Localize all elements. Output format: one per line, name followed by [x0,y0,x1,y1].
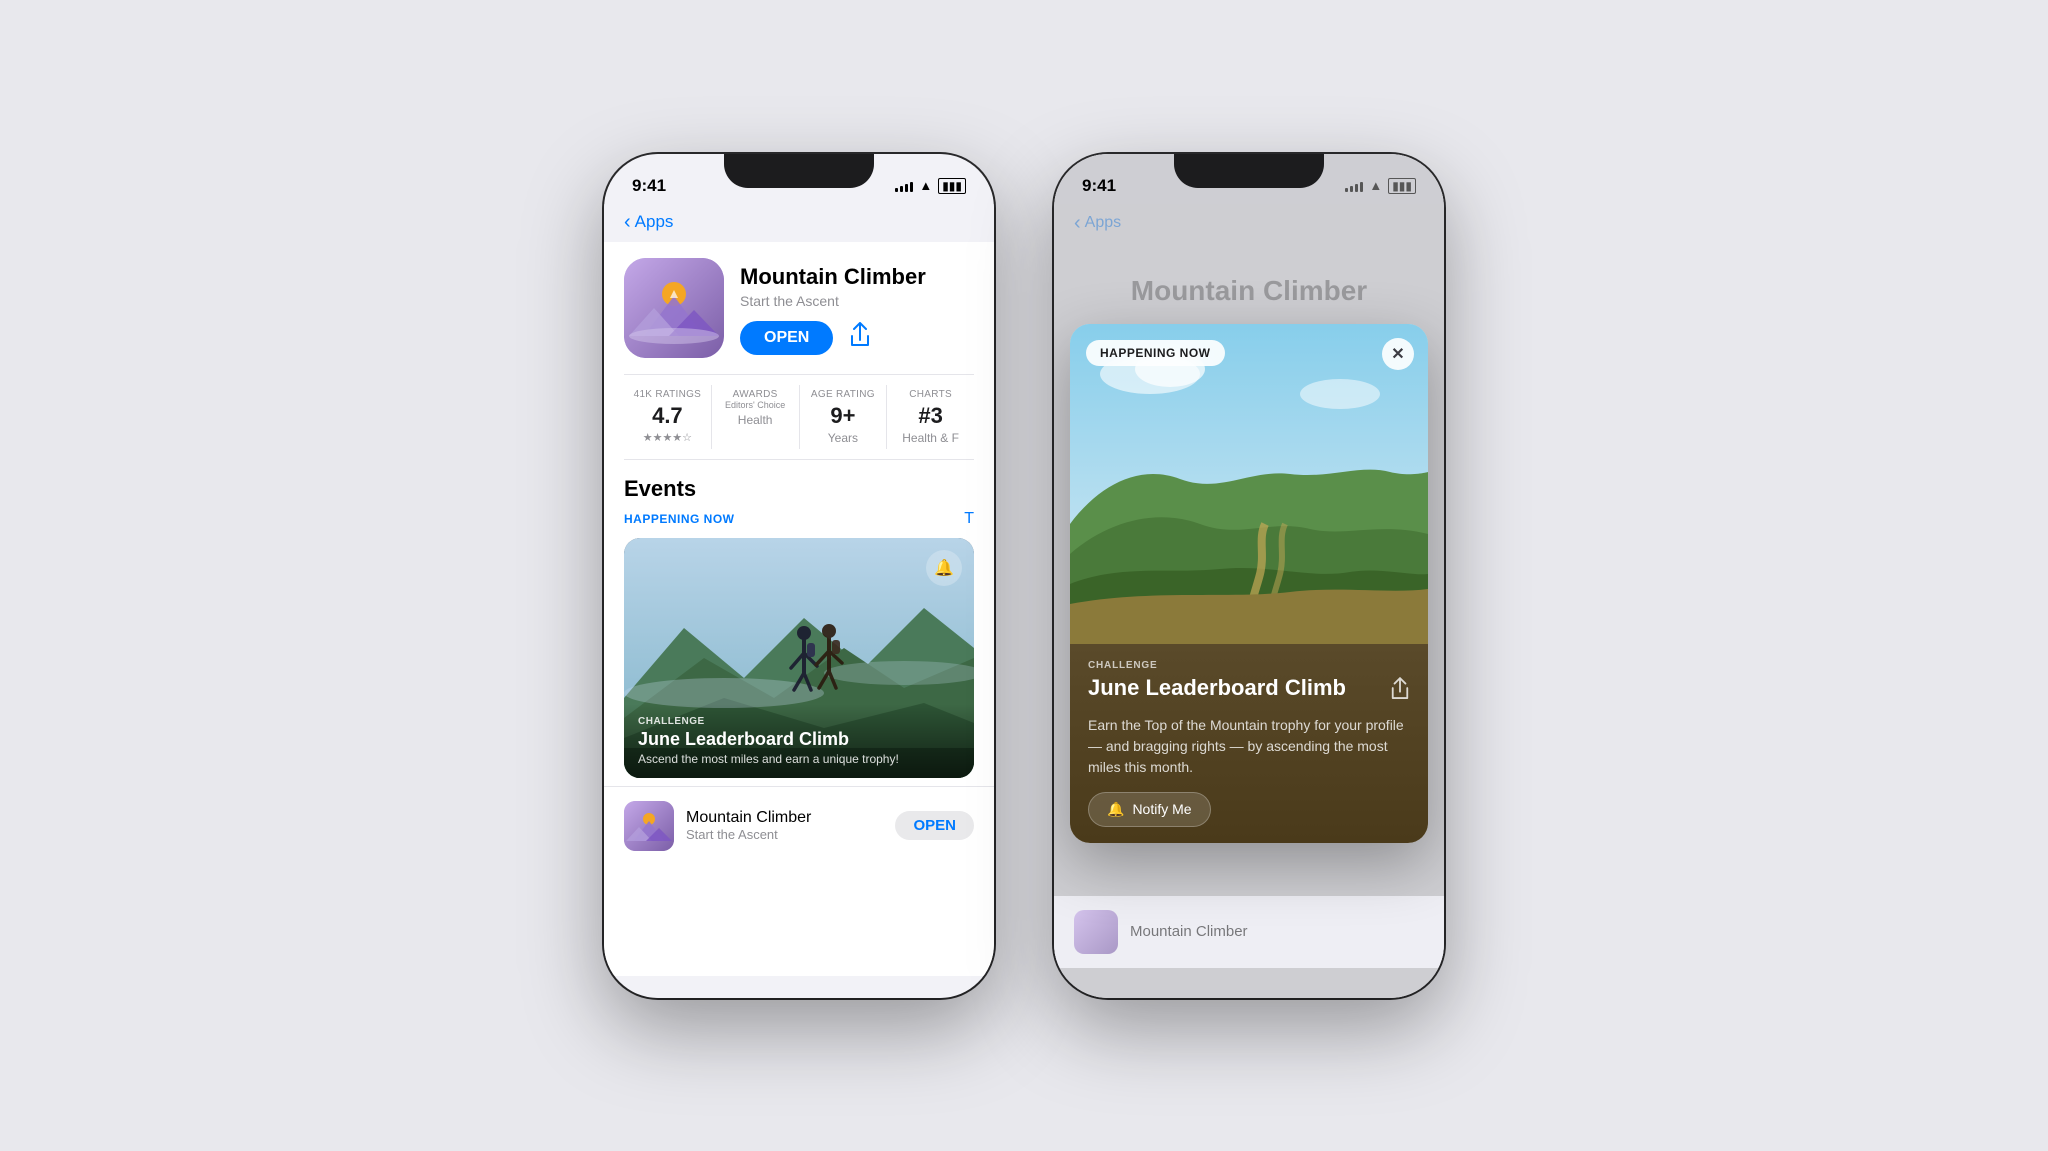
rating-item-ratings: 41K RATINGS 4.7 ★★★★☆ [624,385,712,449]
notch2 [1174,154,1324,188]
awards-sub: Health [712,413,799,427]
mini-open-button[interactable]: OPEN [895,811,974,840]
event-type: CHALLENGE [638,716,960,727]
charts-sub: Health & F [887,431,974,445]
rating-item-awards: AWARDS Editors' Choice Health [712,385,800,449]
event-info: CHALLENGE June Leaderboard Climb Ascend … [624,704,974,778]
time-1: 9:41 [632,176,666,196]
events-header: Events [624,476,974,502]
hikers-illustration [769,618,869,698]
phone1-screen: 9:41 ▲ ▮▮▮ ‹ Apps [604,154,994,998]
wifi-icon: ▲ [919,178,932,193]
age-sub: Years [800,431,887,445]
awards-label: AWARDS [712,389,799,400]
popup-close-button[interactable]: ✕ [1382,338,1414,370]
back-button-1[interactable]: ‹ Apps [624,212,974,232]
notify-button-label: Notify Me [1132,801,1191,817]
nav-bar-1: ‹ Apps [604,204,994,242]
signal-icon [895,180,913,192]
status-icons-1: ▲ ▮▮▮ [895,178,966,194]
notification-button[interactable]: 🔔 [926,550,962,586]
app-actions: OPEN [740,321,974,355]
phone2-screen: 9:41 ▲ ▮▮▮ ‹ [1054,154,1444,998]
app-info: Mountain Climber Start the Ascent OPEN [740,258,974,355]
app-name: Mountain Climber [740,264,974,290]
scene: 9:41 ▲ ▮▮▮ ‹ Apps [604,154,1444,998]
stars: ★★★★☆ [624,431,711,444]
notify-me-button[interactable]: 🔔 Notify Me [1088,792,1211,827]
charts-value: #3 [887,403,974,429]
event-card[interactable]: 🔔 CHALLENGE June Leaderboard Climb Ascen… [624,538,974,778]
see-all[interactable]: T [964,510,974,528]
ratings-value: 4.7 [624,403,711,429]
event-desc: Ascend the most miles and earn a unique … [638,752,960,766]
mini-info-2: Mountain Climber [1130,923,1248,940]
phone2: 9:41 ▲ ▮▮▮ ‹ [1054,154,1444,998]
happening-now-badge: HAPPENING NOW [624,512,735,526]
ratings-row: 41K RATINGS 4.7 ★★★★☆ AWARDS Editors' Ch… [624,374,974,460]
app-icon [624,258,724,358]
mini-icon-2 [1074,910,1118,954]
popup-type: CHALLENGE [1088,660,1410,671]
notch1 [724,154,874,188]
battery-icon: ▮▮▮ [938,178,966,194]
mini-app-subtitle: Start the Ascent [686,827,883,842]
popup-share-button[interactable] [1390,677,1410,707]
mini-app-card: Mountain Climber Start the Ascent OPEN [604,786,994,865]
popup-title: June Leaderboard Climb [1088,675,1390,701]
popup-info: CHALLENGE June Leaderboard Climb Earn th… [1070,644,1428,843]
ratings-label: 41K RATINGS [624,389,711,400]
phone1: 9:41 ▲ ▮▮▮ ‹ Apps [604,154,994,998]
age-label: AGE RATING [800,389,887,400]
age-value: 9+ [800,403,887,429]
popup-happening-now-badge: HAPPENING NOW [1086,340,1225,366]
mini-name-2: Mountain Climber [1130,923,1248,940]
bell-icon-popup: 🔔 [1107,801,1124,818]
editors-choice: Editors' Choice [712,400,799,412]
mini-app-name: Mountain Climber [686,809,883,827]
rating-item-charts: CHARTS #3 Health & F [887,385,974,449]
popup-desc: Earn the Top of the Mountain trophy for … [1088,715,1410,778]
open-button[interactable]: OPEN [740,321,833,355]
chevron-left-icon: ‹ [624,212,631,232]
event-popup: HAPPENING NOW ✕ CHALLENGE June Leaderboa… [1070,324,1428,843]
bell-icon: 🔔 [934,558,954,578]
events-section: Events HAPPENING NOW T [604,460,994,786]
back-label-1: Apps [635,212,674,232]
popup-image: HAPPENING NOW ✕ [1070,324,1428,644]
rating-item-age: AGE RATING 9+ Years [800,385,888,449]
mini-info: Mountain Climber Start the Ascent [686,809,883,842]
popup-title-row: June Leaderboard Climb [1088,675,1410,707]
charts-label: CHARTS [887,389,974,400]
bottom-app-card-2: Mountain Climber [1054,896,1444,968]
event-name: June Leaderboard Climb [638,729,960,750]
screen-content-1: Mountain Climber Start the Ascent OPEN [604,242,994,976]
share-button[interactable] [849,322,871,354]
events-title: Events [624,476,696,502]
app-subtitle: Start the Ascent [740,293,974,309]
mini-app-icon [624,801,674,851]
app-header: Mountain Climber Start the Ascent OPEN [604,242,994,374]
